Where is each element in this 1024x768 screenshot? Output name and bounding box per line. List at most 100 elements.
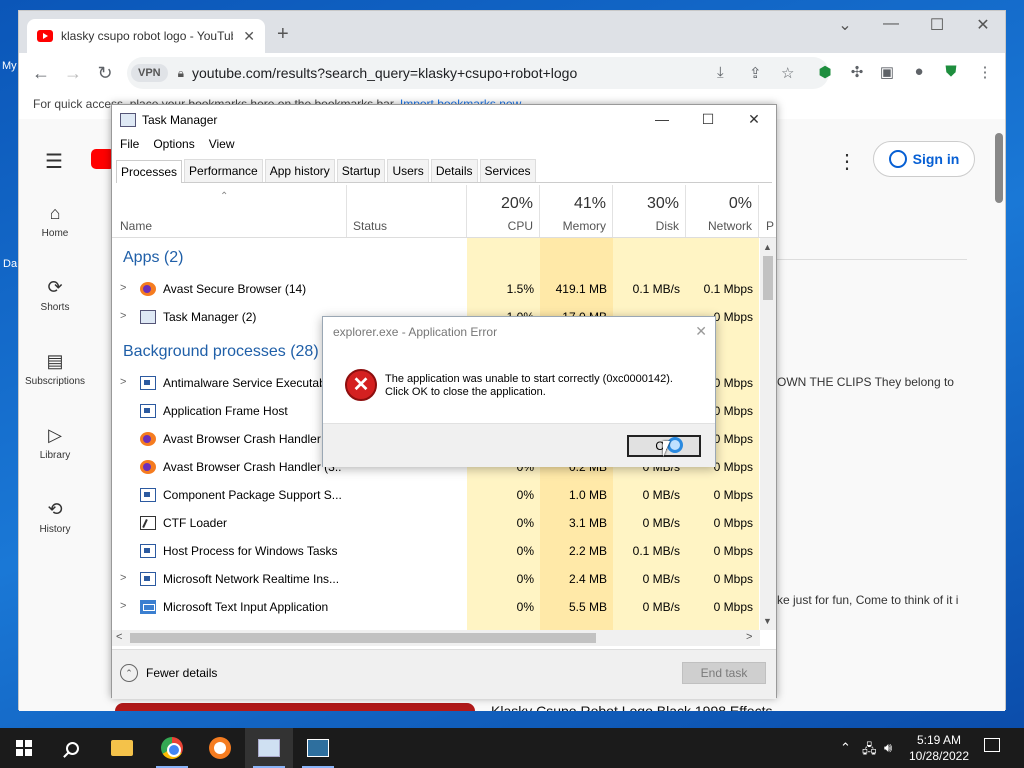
- column-header-power[interactable]: P: [759, 185, 776, 237]
- tm-maximize-button[interactable]: ☐: [685, 111, 731, 128]
- process-row[interactable]: Host Process for Windows Tasks 0% 2.2 MB…: [112, 537, 757, 565]
- vpn-badge[interactable]: VPN: [131, 64, 168, 82]
- group-header-background[interactable]: Background processes (28): [123, 343, 319, 361]
- hamburger-menu-icon[interactable]: ☰: [45, 149, 63, 174]
- end-task-button[interactable]: End task: [682, 662, 766, 684]
- back-icon[interactable]: ←: [25, 63, 57, 84]
- menu-view[interactable]: View: [209, 137, 235, 151]
- install-icon[interactable]: ⤓: [717, 64, 724, 81]
- scroll-down-icon[interactable]: ▼: [763, 616, 772, 626]
- address-bar[interactable]: VPN 🔒︎ youtube.com/results?search_query=…: [127, 57, 829, 89]
- tab-details[interactable]: Details: [430, 159, 478, 182]
- menu-options[interactable]: Options: [153, 137, 194, 151]
- expand-chevron-icon[interactable]: >: [120, 376, 126, 388]
- tab-startup[interactable]: Startup: [336, 159, 386, 182]
- tab-search-icon[interactable]: ⌄: [825, 15, 865, 35]
- scroll-thumb[interactable]: [763, 256, 773, 300]
- column-header-status[interactable]: Status: [347, 185, 467, 237]
- disk-value: 0 MB/s: [642, 572, 680, 586]
- group-header-apps[interactable]: Apps (2): [123, 249, 183, 267]
- video-thumbnail[interactable]: [115, 703, 475, 711]
- minimize-button[interactable]: —: [871, 15, 911, 33]
- sidebar-label: Shorts: [40, 302, 70, 313]
- process-row[interactable]: > Avast Secure Browser (14) 1.5% 419.1 M…: [112, 275, 757, 303]
- scroll-thumb[interactable]: [130, 633, 596, 643]
- file-explorer-button[interactable]: [98, 728, 146, 768]
- expand-chevron-icon[interactable]: >: [120, 572, 126, 584]
- column-header-name[interactable]: ⌃ Name: [112, 185, 347, 237]
- horizontal-scrollbar[interactable]: < >: [112, 630, 760, 646]
- tab-users[interactable]: Users: [387, 159, 429, 182]
- process-row[interactable]: > Microsoft Text Input Application 0% 5.…: [112, 593, 757, 621]
- settings-kebab-icon[interactable]: ⋮: [837, 149, 857, 174]
- sidebar-item-history[interactable]: ⟲ History: [19, 499, 91, 535]
- process-row[interactable]: > Microsoft Network Realtime Ins... 0% 2…: [112, 565, 757, 593]
- volume-icon[interactable]: 🔊︎: [884, 740, 892, 756]
- dialog-close-icon[interactable]: ✕: [695, 323, 707, 340]
- show-hidden-icons-icon[interactable]: ⌃: [840, 740, 851, 756]
- sidebar-item-shorts[interactable]: ⟳ Shorts: [19, 277, 91, 313]
- bookmark-star-icon[interactable]: ☆: [781, 64, 794, 82]
- clock[interactable]: 5:19 AM 10/28/2022: [900, 732, 978, 764]
- avast-taskbar-button[interactable]: [196, 728, 244, 768]
- scroll-right-icon[interactable]: >: [746, 631, 752, 643]
- expand-chevron-icon[interactable]: >: [120, 282, 126, 294]
- sidebar-item-home[interactable]: ⌂ Home: [19, 203, 91, 239]
- process-row[interactable]: CTF Loader 0% 3.1 MB 0 MB/s 0 Mbps: [112, 509, 757, 537]
- start-button[interactable]: [0, 728, 48, 768]
- tab-close-icon[interactable]: ✕: [243, 28, 255, 45]
- disk-value: 0.1 MB/s: [632, 282, 680, 296]
- dialog-footer: OK: [323, 423, 715, 467]
- process-name: Avast Browser Crash Handler: [163, 432, 321, 446]
- tab-processes[interactable]: Processes: [116, 160, 183, 183]
- reload-icon[interactable]: ↻: [89, 63, 121, 84]
- close-window-button[interactable]: ✕: [963, 15, 1003, 35]
- sign-in-button[interactable]: Sign in: [873, 141, 975, 177]
- tab-performance[interactable]: Performance: [184, 159, 263, 182]
- chrome-taskbar-button[interactable]: [148, 728, 196, 768]
- scroll-up-icon[interactable]: ▲: [763, 242, 772, 252]
- menu-kebab-icon[interactable]: ⋮: [975, 63, 995, 81]
- column-header-disk[interactable]: 30% Disk: [613, 185, 686, 237]
- sidebar-item-library[interactable]: ▷ Library: [19, 425, 91, 461]
- browser-tab[interactable]: klasky csupo robot logo - YouTube ✕: [27, 19, 265, 53]
- page-scrollbar[interactable]: [995, 133, 1003, 203]
- notification-icon[interactable]: [984, 738, 1000, 752]
- shield-icon[interactable]: ⛊: [941, 63, 961, 80]
- extensions-puzzle-icon[interactable]: ✣: [847, 63, 867, 81]
- url-text[interactable]: youtube.com/results?search_query=klasky+…: [192, 65, 577, 81]
- expand-chevron-icon[interactable]: >: [120, 600, 126, 612]
- task-manager-taskbar-button[interactable]: [245, 728, 293, 768]
- side-panel-icon[interactable]: ▣: [877, 63, 897, 81]
- expand-chevron-icon[interactable]: >: [120, 310, 126, 322]
- fewer-details-button[interactable]: ⌃ Fewer details: [120, 664, 217, 682]
- app-taskbar-button[interactable]: [294, 728, 342, 768]
- sidebar-item-subscriptions[interactable]: ▤ Subscriptions: [19, 351, 91, 387]
- maximize-button[interactable]: ☐: [917, 15, 957, 35]
- tab-services[interactable]: Services: [479, 159, 536, 182]
- desktop-icon-label-my[interactable]: My: [2, 60, 17, 72]
- desktop-icon-label-d[interactable]: Da: [3, 258, 17, 270]
- column-header-memory[interactable]: 41% Memory: [540, 185, 613, 237]
- tm-minimize-button[interactable]: —: [639, 111, 685, 127]
- network-icon[interactable]: 🖧︎: [862, 740, 877, 762]
- video-description-snippet[interactable]: ke just for fun, Come to think of it i: [777, 593, 967, 607]
- share-icon[interactable]: ⇪: [749, 64, 762, 82]
- menu-file[interactable]: File: [120, 137, 139, 151]
- video-title[interactable]: Klasky Csupo Robot Logo Black 1998 Effec…: [491, 703, 831, 711]
- profile-icon[interactable]: ●: [909, 63, 929, 80]
- new-tab-button[interactable]: +: [277, 23, 289, 46]
- vertical-scrollbar[interactable]: ▲ ▼: [760, 238, 776, 630]
- video-description-snippet[interactable]: OWN THE CLIPS They belong to: [777, 375, 967, 389]
- tab-app-history[interactable]: App history: [264, 159, 335, 182]
- scroll-left-icon[interactable]: <: [116, 631, 122, 643]
- search-button[interactable]: [48, 728, 96, 768]
- tm-close-button[interactable]: ✕: [731, 111, 777, 128]
- extension-badge-icon[interactable]: ⬢: [815, 63, 835, 81]
- lock-icon[interactable]: 🔒︎: [178, 66, 184, 81]
- column-header-cpu[interactable]: 20% CPU: [467, 185, 540, 237]
- forward-icon[interactable]: →: [57, 63, 89, 84]
- process-row[interactable]: Component Package Support S... 0% 1.0 MB…: [112, 481, 757, 509]
- column-header-network[interactable]: 0% Network: [686, 185, 759, 237]
- dialog-title[interactable]: explorer.exe - Application Error: [333, 325, 497, 339]
